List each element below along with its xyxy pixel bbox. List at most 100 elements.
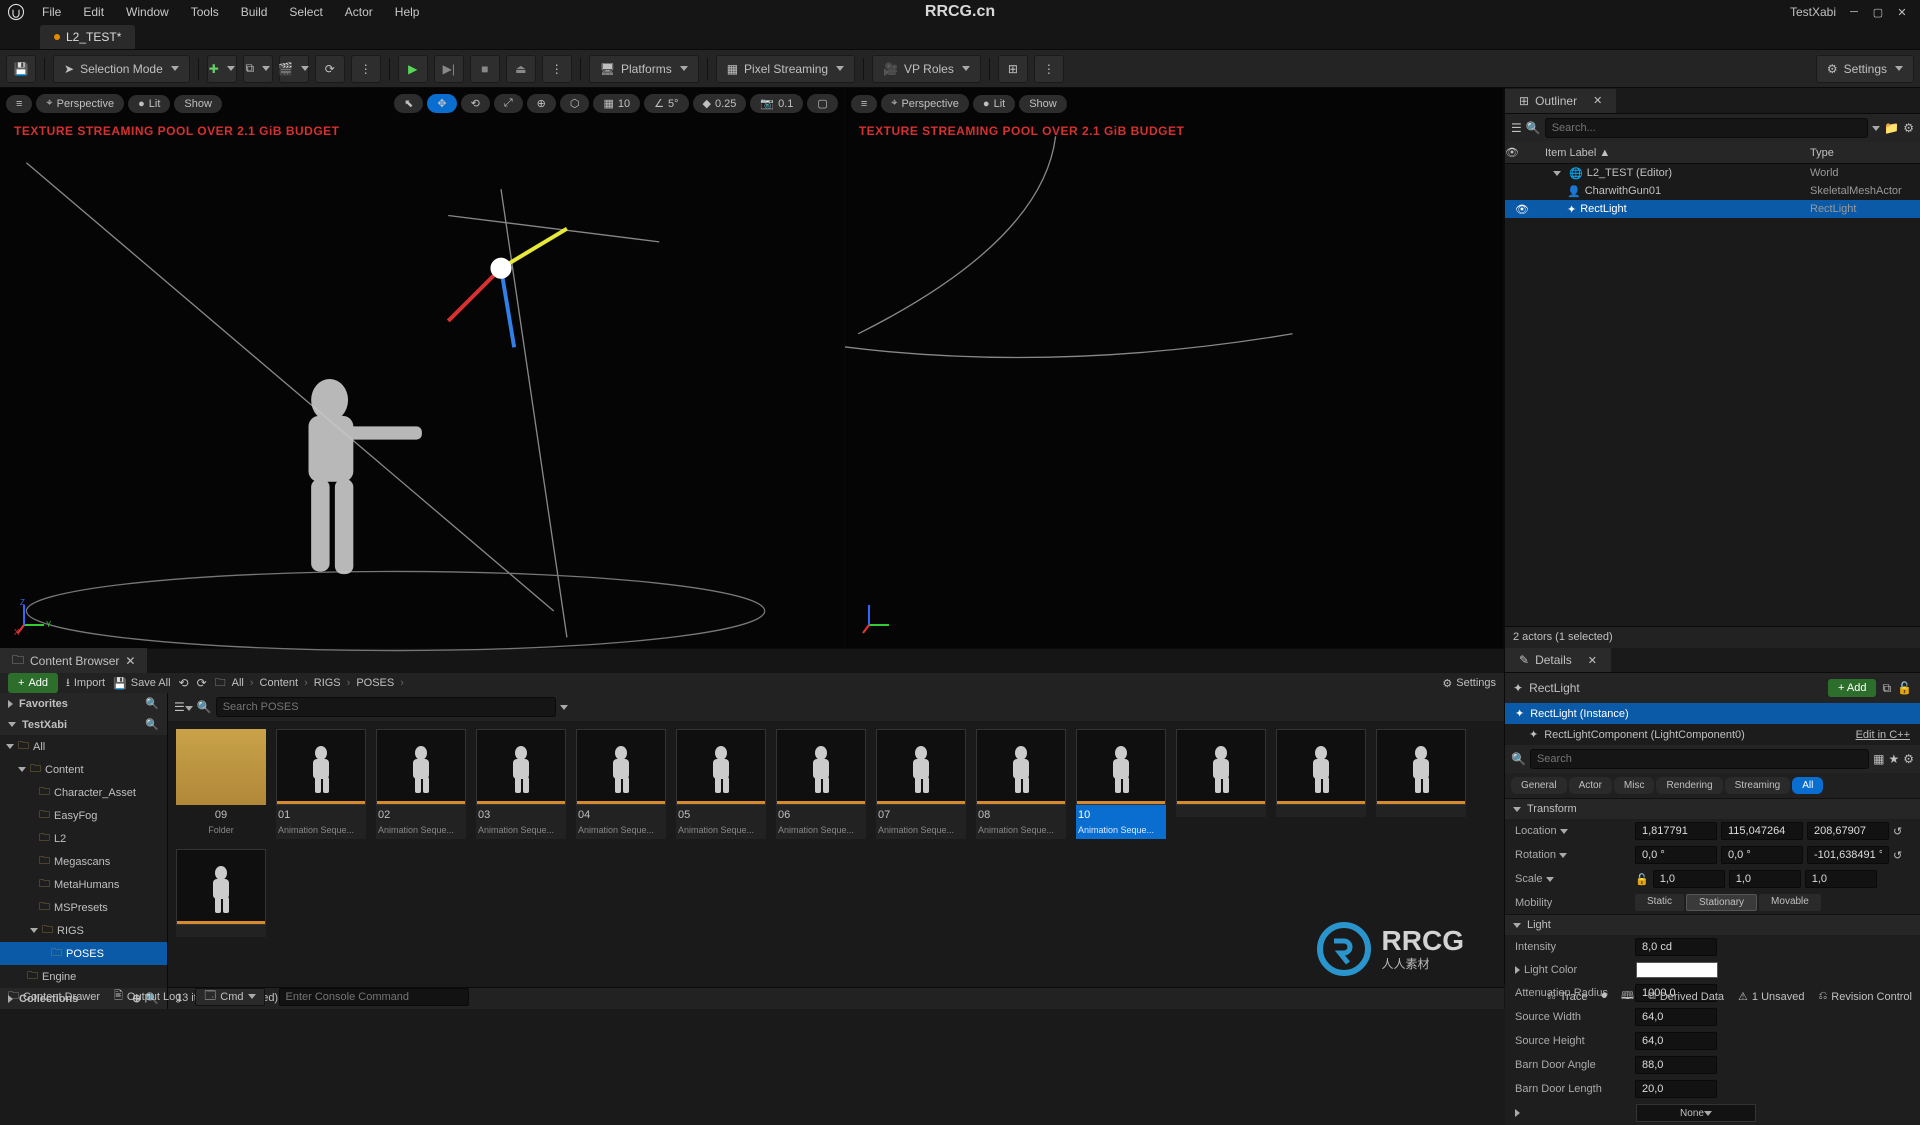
- source-height-input[interactable]: [1635, 1032, 1717, 1050]
- menu-help[interactable]: Help: [385, 1, 430, 23]
- transform-section-header[interactable]: Transform: [1505, 798, 1920, 819]
- viewport-menu-button[interactable]: ≡: [6, 95, 32, 113]
- filter-streaming[interactable]: Streaming: [1725, 777, 1791, 794]
- axis-gizmo[interactable]: [859, 595, 899, 638]
- location-x-input[interactable]: [1635, 822, 1717, 840]
- asset-item[interactable]: 10Animation Seque...: [1076, 729, 1166, 839]
- location-z-input[interactable]: [1807, 822, 1889, 840]
- output-log-button[interactable]: 🖹 Output Log: [114, 987, 181, 1006]
- barn-length-input[interactable]: [1635, 1080, 1717, 1098]
- outliner-search-input[interactable]: [1545, 118, 1869, 138]
- tree-item[interactable]: 🗀All: [0, 735, 167, 758]
- maximize-viewport-button[interactable]: ▢: [807, 94, 837, 113]
- angle-snap-toggle[interactable]: ∠ 5°: [644, 94, 688, 113]
- chevron-down-icon[interactable]: [1560, 829, 1568, 834]
- close-button[interactable]: ✕: [1892, 2, 1912, 22]
- save-button[interactable]: 💾: [6, 55, 36, 83]
- camera-speed-slider[interactable]: 📷 0.1: [750, 94, 803, 113]
- chevron-right-icon[interactable]: [1515, 1109, 1520, 1117]
- revision-control-button[interactable]: ⎌ Revision Control: [1818, 990, 1912, 1003]
- scale-z-input[interactable]: [1805, 870, 1877, 888]
- menu-build[interactable]: Build: [231, 1, 278, 23]
- barn-angle-input[interactable]: [1635, 1056, 1717, 1074]
- bookmark-button[interactable]: 🕮: [1621, 987, 1634, 1006]
- filter-all[interactable]: All: [1792, 777, 1823, 794]
- filter-misc[interactable]: Misc: [1614, 777, 1655, 794]
- derived-data-button[interactable]: ⧉ Derived Data: [1648, 990, 1724, 1003]
- details-search-input[interactable]: [1530, 749, 1869, 769]
- chevron-right-icon[interactable]: [1515, 966, 1520, 974]
- sequence-button[interactable]: ⟳: [315, 55, 345, 83]
- filter-icon[interactable]: ☰: [174, 700, 193, 714]
- tree-item[interactable]: 🗀MSPresets: [0, 896, 167, 919]
- pixel-streaming-dropdown[interactable]: ▦Pixel Streaming: [716, 55, 855, 83]
- marketplace-button[interactable]: ⧉: [243, 55, 273, 83]
- viewport-canvas[interactable]: [845, 110, 1503, 689]
- viewport-left[interactable]: ≡ ⌖Perspective ●Lit Show ⬉ ✥ ⟲ ⤢ ⊕ ⬡ ▦ 1…: [0, 88, 845, 648]
- play-options-button[interactable]: ⋮: [542, 55, 572, 83]
- menu-actor[interactable]: Actor: [335, 1, 383, 23]
- search-icon[interactable]: 🔍: [145, 697, 159, 710]
- filter-general[interactable]: General: [1511, 777, 1567, 794]
- menu-file[interactable]: File: [32, 1, 71, 23]
- add-component-button[interactable]: + Add: [1828, 679, 1876, 697]
- selection-mode-dropdown[interactable]: ➤Selection Mode: [53, 55, 190, 83]
- mobility-static[interactable]: Static: [1635, 894, 1684, 911]
- unsaved-button[interactable]: ⚠ 1 Unsaved: [1738, 990, 1804, 1003]
- eject-button[interactable]: ⏏: [506, 55, 536, 83]
- folder-item[interactable]: 09Folder: [176, 729, 266, 839]
- settings-dropdown[interactable]: ⚙Settings: [1816, 55, 1914, 83]
- filter-icon[interactable]: ☰: [1511, 121, 1522, 135]
- scale-tool-button[interactable]: ⤢: [494, 94, 523, 113]
- trace-button[interactable]: ⎌ Trace: [1547, 990, 1588, 1003]
- grid-icon[interactable]: ▦: [1873, 752, 1884, 766]
- star-icon[interactable]: ★: [1888, 752, 1899, 766]
- project-header[interactable]: TestXabi🔍: [0, 714, 167, 735]
- rotation-y-input[interactable]: [1721, 846, 1803, 864]
- favorites-header[interactable]: Favorites🔍: [0, 693, 167, 714]
- kebab-menu-button[interactable]: ⋮: [351, 55, 381, 83]
- asset-item[interactable]: [1376, 729, 1466, 839]
- minimize-button[interactable]: ─: [1844, 2, 1864, 22]
- asset-item[interactable]: 01Animation Seque...: [276, 729, 366, 839]
- type-column[interactable]: Type: [1810, 147, 1920, 159]
- cmd-dropdown[interactable]: 🗔 Cmd: [195, 988, 264, 1006]
- record-button[interactable]: ⏺: [1601, 990, 1607, 1003]
- menu-window[interactable]: Window: [116, 1, 179, 23]
- folder-icon[interactable]: 📁: [1884, 121, 1899, 135]
- light-section-header[interactable]: Light: [1505, 914, 1920, 935]
- tree-item[interactable]: 🗀Megascans: [0, 850, 167, 873]
- close-icon[interactable]: ✕: [1593, 94, 1602, 107]
- scale-x-input[interactable]: [1653, 870, 1725, 888]
- lit-dropdown[interactable]: ●Lit: [128, 95, 170, 113]
- reset-icon[interactable]: ↺: [1893, 825, 1902, 838]
- chevron-down-icon[interactable]: [1872, 126, 1880, 131]
- filter-actor[interactable]: Actor: [1569, 777, 1612, 794]
- chevron-down-icon[interactable]: [1559, 853, 1567, 858]
- axis-gizmo[interactable]: YZX: [14, 595, 54, 638]
- asset-item[interactable]: 06Animation Seque...: [776, 729, 866, 839]
- component-row[interactable]: ✦RectLight (Instance): [1505, 703, 1920, 724]
- show-dropdown[interactable]: Show: [174, 95, 222, 113]
- outliner-row[interactable]: 👤CharwithGun01SkeletalMeshActor: [1505, 182, 1920, 200]
- lock-icon[interactable]: 🔓: [1635, 873, 1649, 886]
- content-drawer-button[interactable]: 🗀 Content Drawer: [8, 987, 100, 1006]
- asset-item[interactable]: 03Animation Seque...: [476, 729, 566, 839]
- filter-rendering[interactable]: Rendering: [1656, 777, 1722, 794]
- asset-item[interactable]: [1276, 729, 1366, 839]
- asset-item[interactable]: 05Animation Seque...: [676, 729, 766, 839]
- scale-snap-toggle[interactable]: ◆ 0.25: [693, 94, 747, 113]
- menu-tools[interactable]: Tools: [181, 1, 229, 23]
- reset-icon[interactable]: ↺: [1893, 849, 1902, 862]
- menu-edit[interactable]: Edit: [73, 1, 114, 23]
- platforms-dropdown[interactable]: 🖥Platforms: [589, 55, 699, 83]
- tree-item[interactable]: 🗀RIGS: [0, 919, 167, 942]
- chevron-down-icon[interactable]: [1546, 877, 1554, 882]
- source-width-input[interactable]: [1635, 1008, 1717, 1026]
- grid-snap-toggle[interactable]: ▦ 10: [593, 94, 640, 113]
- tree-item[interactable]: 🗀EasyFog: [0, 804, 167, 827]
- visibility-cell[interactable]: 👁: [1505, 203, 1539, 216]
- gear-icon[interactable]: ⚙: [1903, 121, 1914, 135]
- lock-icon[interactable]: 🔓: [1897, 681, 1912, 695]
- perspective-dropdown[interactable]: ⌖Perspective: [36, 94, 124, 113]
